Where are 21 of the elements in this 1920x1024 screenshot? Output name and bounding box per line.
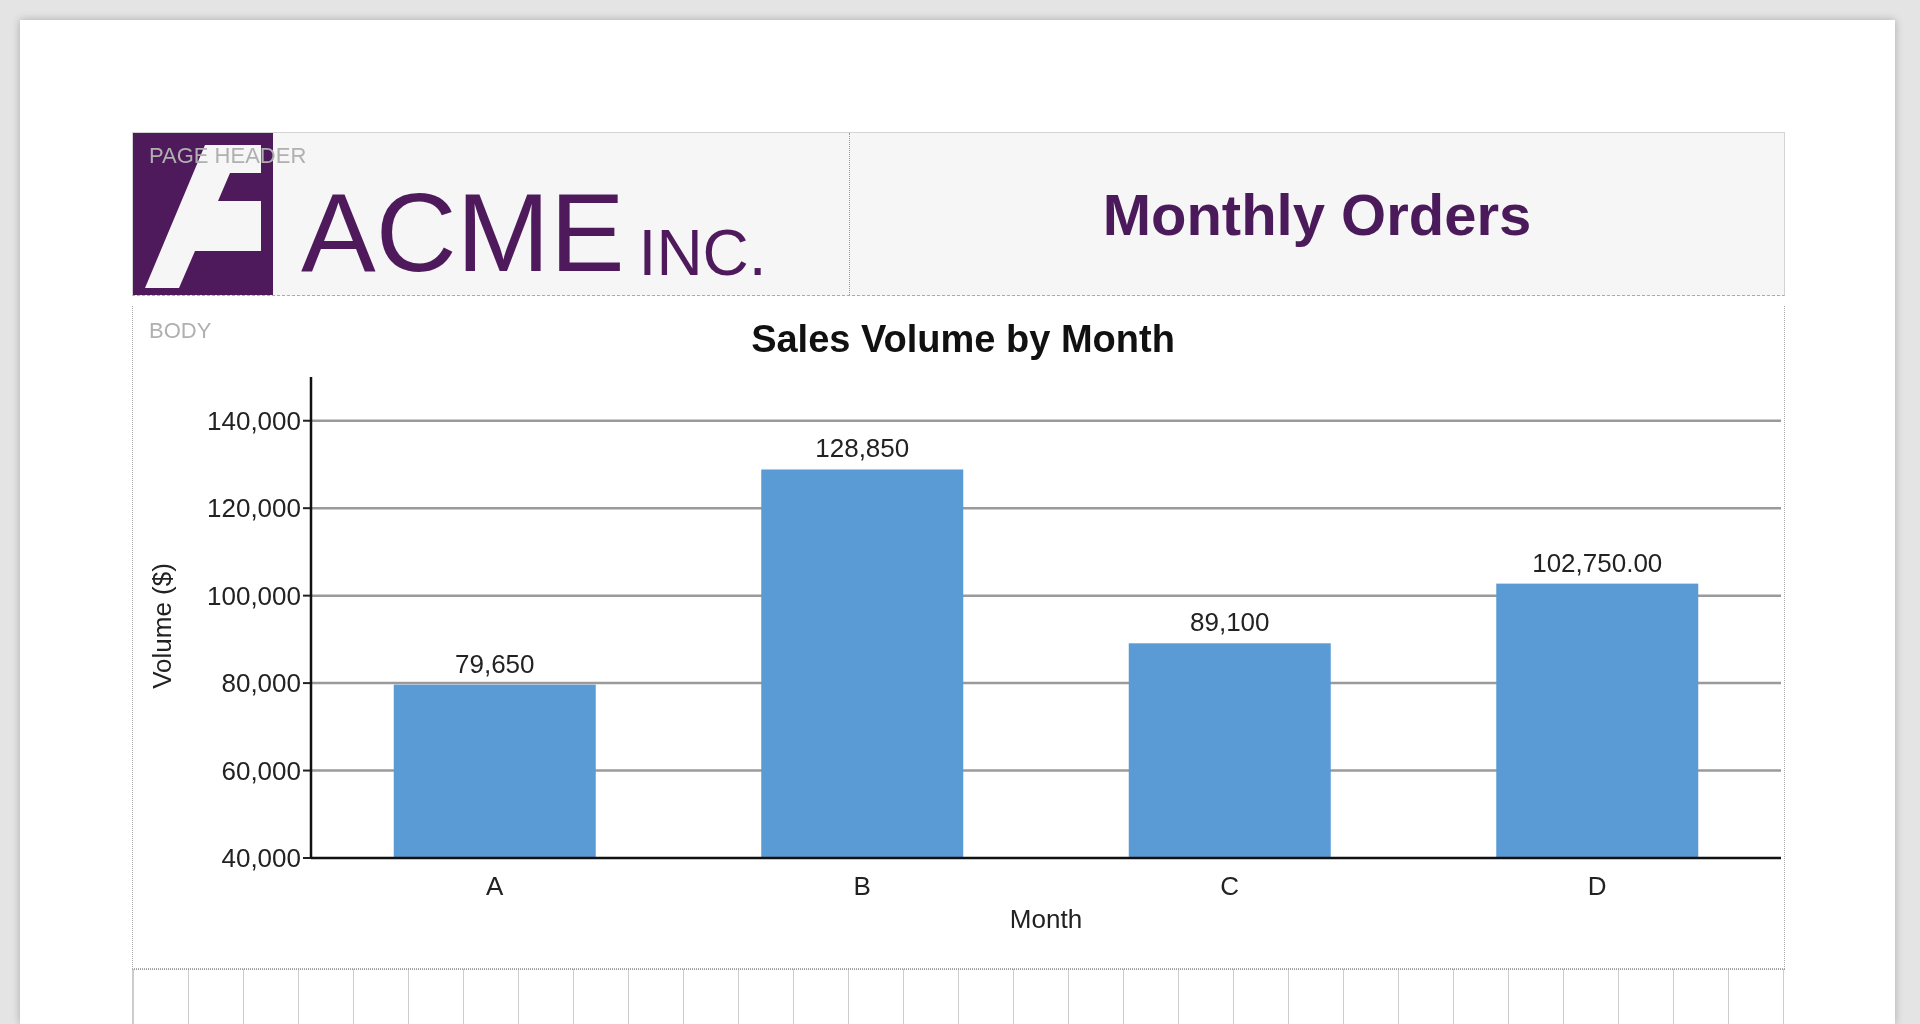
y-axis-title: Volume ($)	[147, 563, 177, 689]
value-label: 102,750.00	[1532, 547, 1663, 578]
x-axis-title: Month	[1009, 904, 1083, 934]
report-title: Monthly Orders	[1102, 180, 1532, 248]
section-label: BODY	[149, 318, 212, 344]
logo-text: ACME	[301, 177, 625, 289]
value-label: 89,100	[1190, 607, 1270, 638]
logo-suffix-text: INC.	[638, 221, 767, 285]
value-label: 128,850	[815, 433, 910, 464]
x-tick-label: A	[486, 871, 504, 901]
value-label: 79,650	[455, 648, 535, 679]
x-tick-label: B	[853, 871, 871, 901]
y-tick-label: 60,000	[221, 755, 301, 786]
chart-title: Sales Volume by Month	[751, 318, 1175, 360]
y-tick-label: 120,000	[207, 493, 301, 524]
y-tick-label: 80,000	[221, 668, 301, 699]
y-tick-label: 40,000	[221, 843, 301, 873]
x-tick-label: C	[1220, 871, 1240, 901]
x-tick-label: D	[1587, 871, 1607, 901]
y-tick-label: 100,000	[207, 580, 301, 611]
y-tick-label: 140,000	[207, 405, 301, 436]
